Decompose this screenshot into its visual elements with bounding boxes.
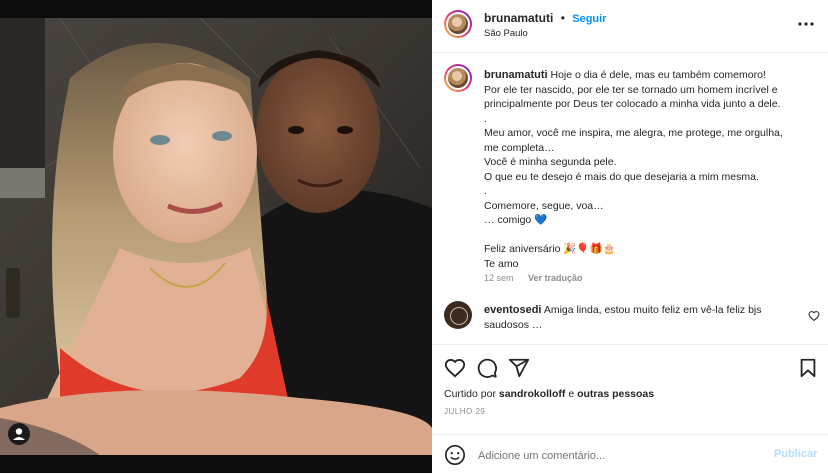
commenter-avatar[interactable] [444, 301, 472, 329]
liked-by-prefix: Curtido por [444, 388, 496, 400]
caption-line: Comemore, segue, voa… [484, 199, 604, 212]
caption-username[interactable]: brunamatuti [484, 69, 548, 81]
send-icon [508, 358, 530, 378]
caption-line: . [484, 185, 487, 197]
caption-line: … comigo 💙 [484, 214, 548, 226]
dot-separator: • [560, 11, 565, 25]
post-caption: brunamatuti Hoje o dia é dele, mas eu ta… [484, 68, 814, 271]
caption-line: me completa… [484, 141, 555, 154]
more-options-button[interactable] [796, 16, 816, 32]
more-horizontal-icon [798, 22, 814, 26]
liked-by-others[interactable]: outras pessoas [577, 388, 654, 400]
post-location[interactable]: São Paulo [484, 28, 528, 39]
post-photo [0, 18, 432, 455]
author-username[interactable]: brunamatuti [484, 11, 553, 25]
comment-icon [477, 358, 498, 378]
user-icon [13, 428, 25, 440]
comment-overflow-fade [484, 335, 684, 343]
caption-line: Te amo [484, 257, 519, 270]
caption-line: Meu amor, você me inspira, me alegra, me… [484, 127, 783, 139]
see-translation-link[interactable]: Ver tradução [528, 273, 583, 283]
liked-by-user[interactable]: sandrokolloff [499, 388, 566, 400]
follow-button[interactable]: Seguir [572, 13, 606, 25]
emoji-button[interactable] [444, 444, 466, 471]
comment-button[interactable] [476, 357, 498, 384]
caption-line [484, 228, 814, 243]
caption-line: O que eu te desejo é mais do que desejar… [484, 170, 759, 183]
caption-line: . [484, 112, 487, 125]
caption-line: principalmente por Deus ter colocado a m… [484, 98, 781, 110]
post-image[interactable] [0, 0, 432, 473]
heart-icon [808, 311, 820, 322]
post-age[interactable]: 12 sem [484, 273, 514, 283]
caption-meta: 12 sem Ver tradução [484, 273, 595, 283]
heart-icon [444, 359, 466, 378]
publish-button[interactable]: Publicar [774, 448, 817, 460]
post-header: brunamatuti • Seguir São Paulo [432, 0, 828, 53]
photo-illustration [0, 18, 432, 455]
share-button[interactable] [508, 357, 530, 384]
bookmark-icon [800, 358, 816, 378]
like-button[interactable] [444, 357, 466, 384]
add-comment-bar: Publicar [432, 434, 828, 474]
save-button[interactable] [798, 357, 818, 384]
post-details-panel: brunamatuti • Seguir São Paulo brunamatu… [432, 0, 828, 473]
caption-line: Você é minha segunda pele. [484, 156, 617, 168]
commenter-username[interactable]: eventosedi [484, 304, 541, 316]
liked-by: Curtido por sandrokolloff e outras pesso… [444, 388, 654, 400]
comment-input[interactable] [476, 445, 760, 467]
caption-line: Hoje o dia é dele, mas eu também comemor… [550, 69, 766, 81]
liked-by-connector: e [568, 388, 575, 400]
caption-avatar[interactable] [444, 64, 472, 92]
caption-line: Por ele ter nascido, por ele ter se torn… [484, 83, 778, 96]
caption-line: Feliz aniversário 🎉🎈🎁🎂 [484, 243, 616, 255]
comment-like-button[interactable] [808, 309, 820, 322]
author-avatar[interactable] [444, 10, 472, 38]
post-actions [432, 344, 828, 385]
tagged-users-button[interactable] [8, 423, 30, 445]
post-date[interactable]: JULHO 29 [444, 407, 485, 416]
emoji-icon [445, 445, 465, 465]
